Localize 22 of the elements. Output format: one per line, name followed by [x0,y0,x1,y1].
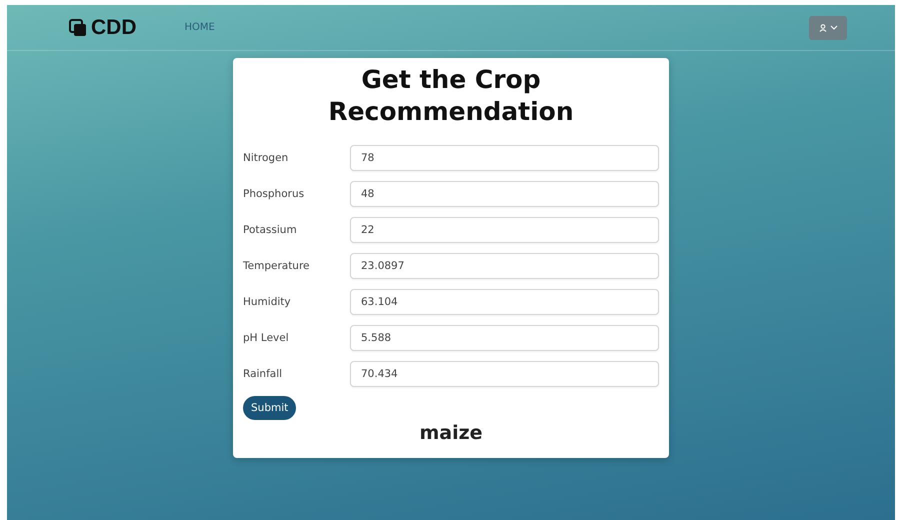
field-label: Potassium [243,224,298,236]
input-field[interactable]: 5.588 [350,325,659,351]
input-field[interactable]: 78 [350,145,659,171]
user-menu-button[interactable] [809,16,847,40]
field-label: Nitrogen [243,152,290,164]
input-field[interactable]: 48 [350,181,659,207]
field-label: pH Level [243,332,290,344]
input-field[interactable]: 63.104 [350,289,659,315]
input-field[interactable]: 23.0897 [350,253,659,279]
input-field[interactable]: 70.434 [350,361,659,387]
chevron-down-icon [830,25,838,30]
logo-icon [69,18,87,36]
field-label: Humidity [243,296,292,308]
form-title: Get the Crop Recommendation [327,64,575,128]
result-text: maize [418,422,484,444]
field-label: Phosphorus [243,188,306,200]
input-field[interactable]: 22 [350,217,659,243]
field-label: Rainfall [243,368,284,380]
logo-text: CDD [91,16,136,40]
field-label: Temperature [243,260,311,272]
user-icon [818,24,826,32]
submit-button[interactable]: Submit [243,396,296,420]
